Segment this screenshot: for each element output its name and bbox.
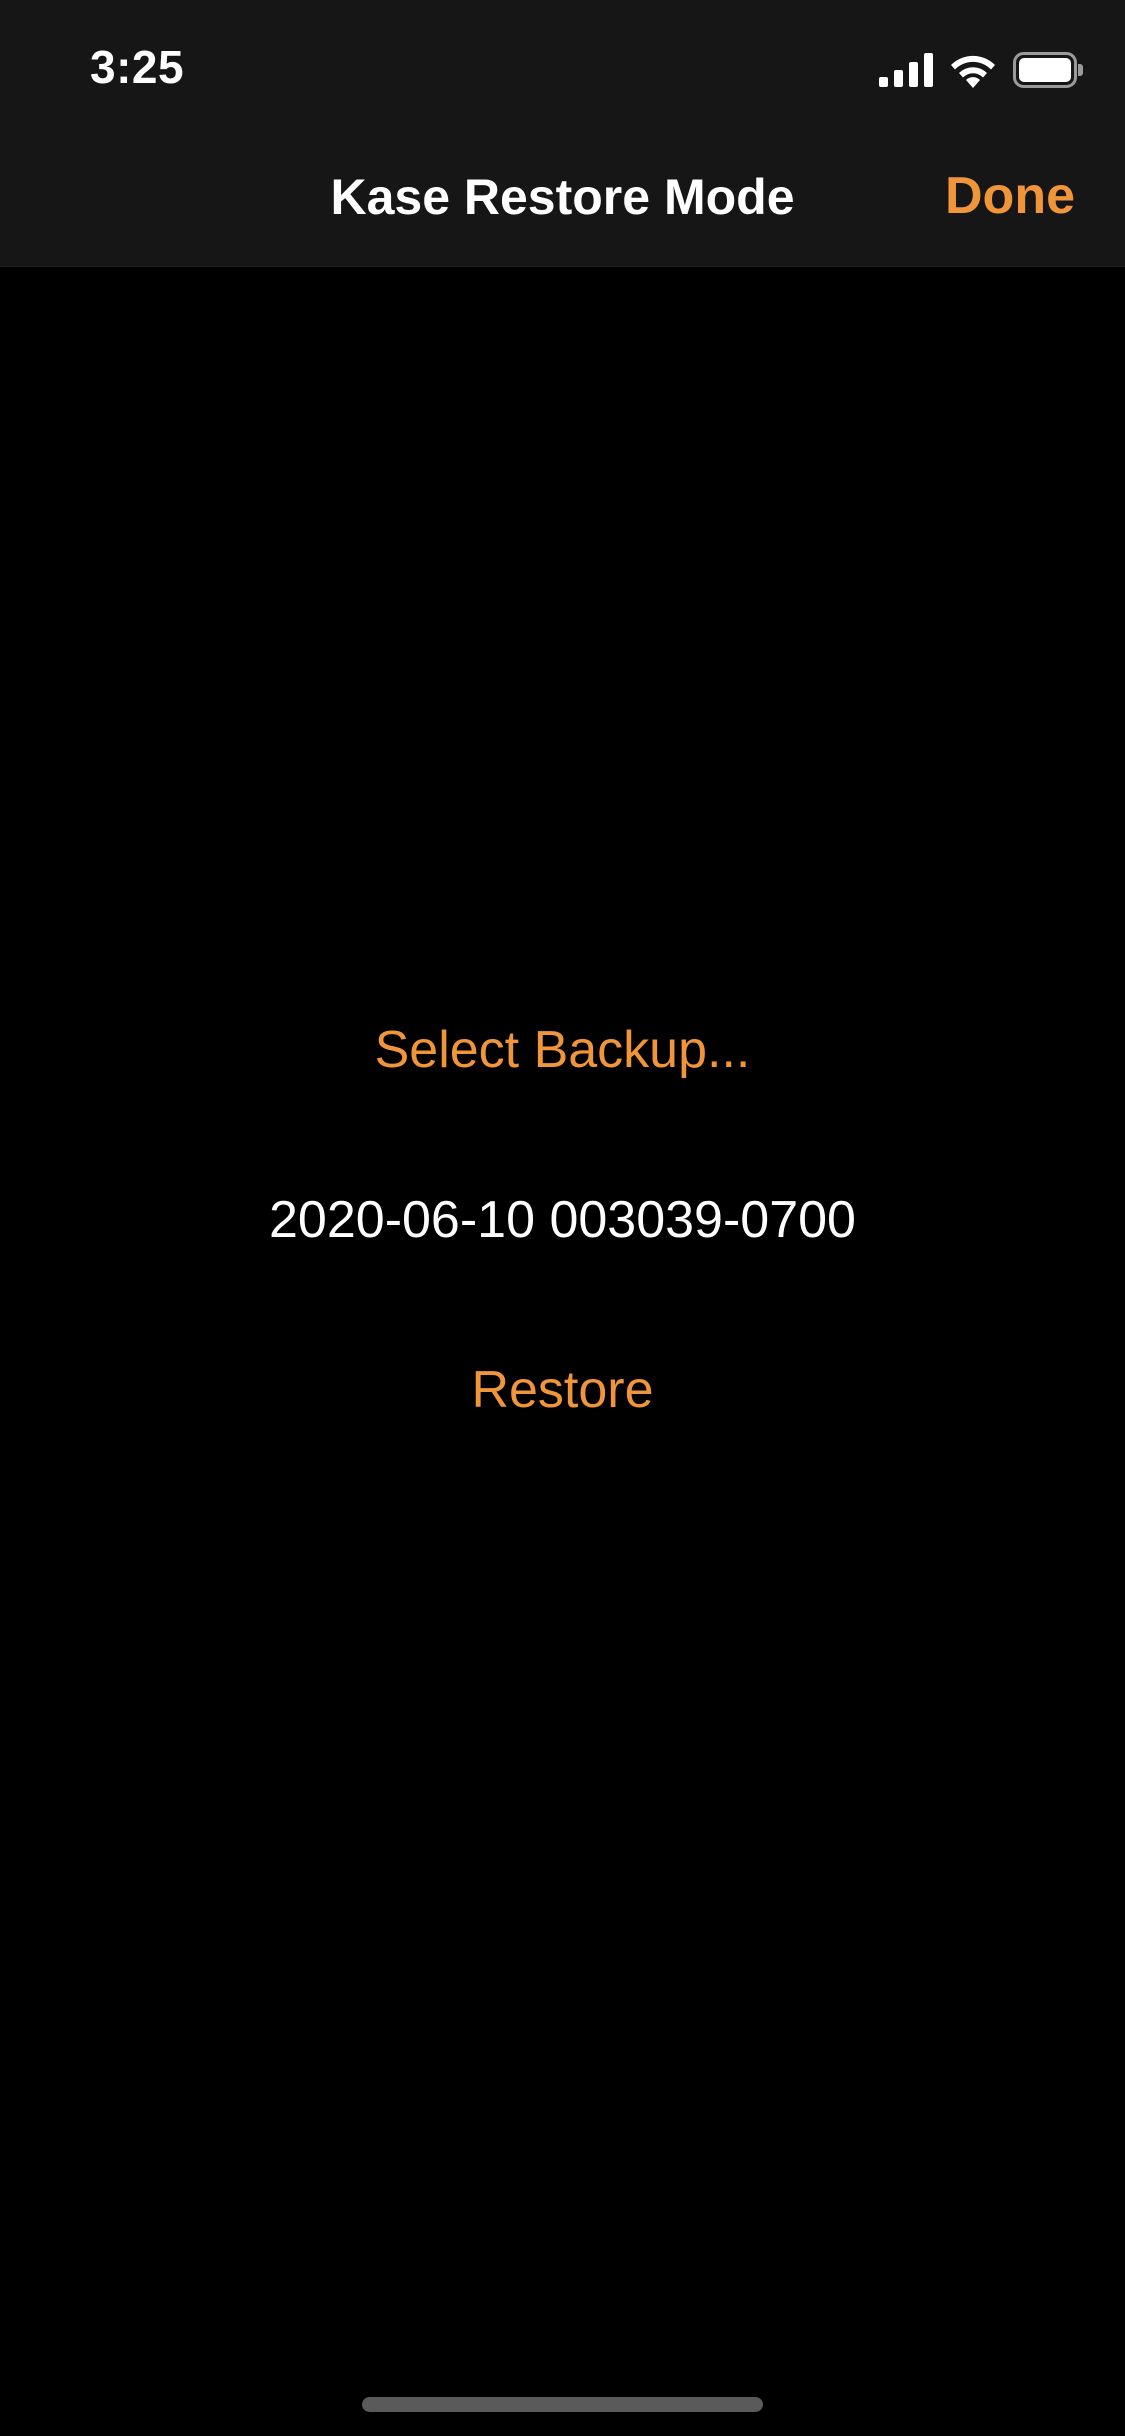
restore-button[interactable]: Restore <box>0 1350 1125 1430</box>
status-icons <box>879 50 1083 90</box>
status-time: 3:25 <box>90 41 185 93</box>
home-indicator[interactable] <box>362 2397 763 2412</box>
battery-icon <box>1013 52 1083 88</box>
done-button[interactable]: Done <box>945 166 1075 226</box>
signal-icon <box>879 53 933 87</box>
selected-backup-name: 2020-06-10 003039-0700 <box>269 1191 856 1249</box>
wifi-icon <box>951 55 995 88</box>
top-bar: 3:25 Kase Restore Mode Done <box>0 0 1125 267</box>
restore-panel: Select Backup... 2020-06-10 003039-0700 … <box>0 1010 1125 1430</box>
select-backup-button[interactable]: Select Backup... <box>0 1010 1125 1090</box>
